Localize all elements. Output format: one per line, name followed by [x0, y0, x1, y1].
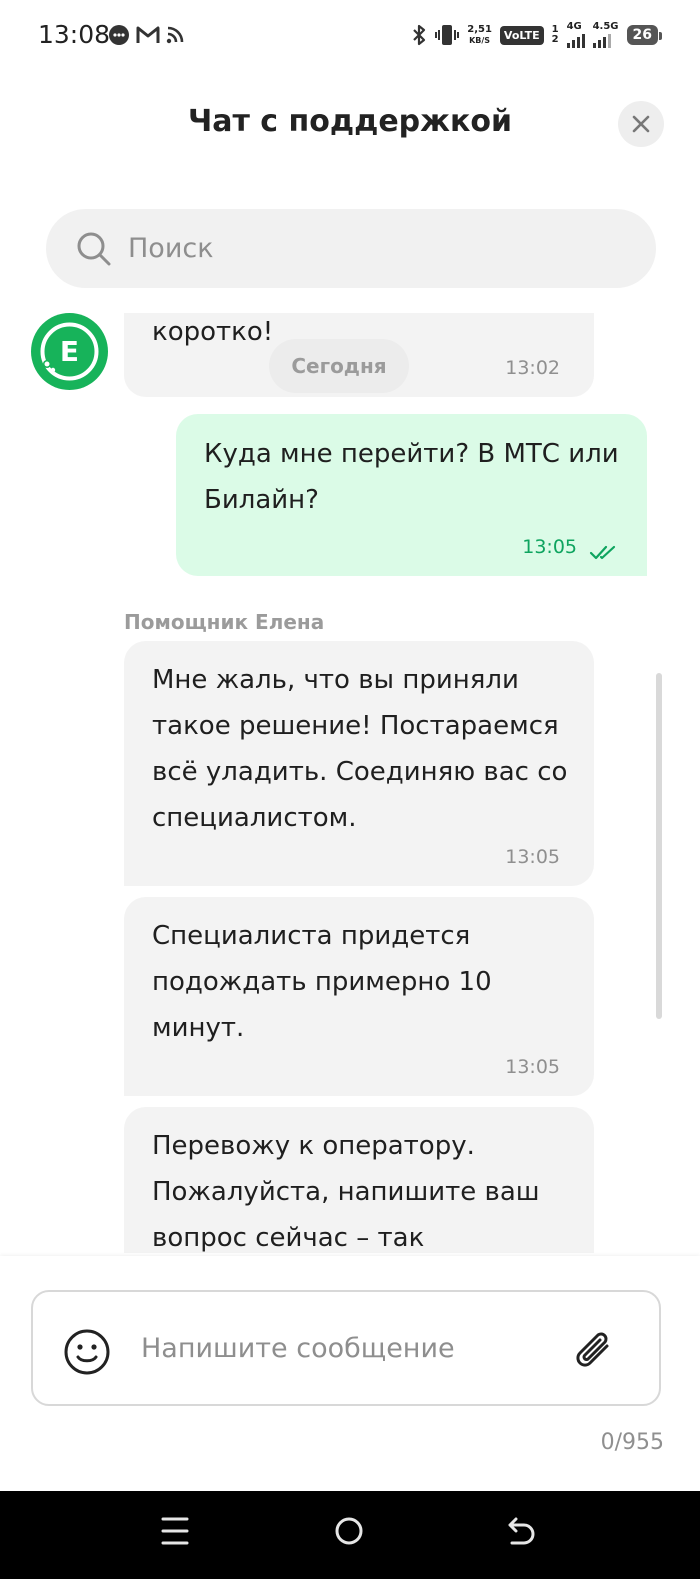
composer-panel: Напишите сообщение 0/955 [0, 1256, 700, 1491]
menu-icon[interactable] [160, 1513, 190, 1549]
message-text: Куда мне перейти? В МТС или Билайн? [204, 439, 619, 515]
gmail-icon [136, 26, 160, 43]
bluetooth-icon [413, 24, 426, 46]
paperclip-icon[interactable] [569, 1326, 619, 1376]
battery-indicator: 26 [626, 25, 663, 45]
search-placeholder: Поиск [128, 233, 214, 264]
message-time: 13:05 [505, 1056, 560, 1078]
volte-badge: VoLTE [499, 25, 544, 45]
message-time: 13:02 [505, 357, 560, 379]
chat-notification-icon [109, 25, 129, 45]
emoji-icon[interactable] [63, 1328, 111, 1376]
avatar: E [31, 313, 108, 390]
rss-icon [166, 26, 184, 44]
message-text: Специалиста придется подождать примерно … [152, 921, 492, 1043]
signal-bars-icon [566, 32, 585, 48]
home-icon[interactable] [333, 1513, 365, 1549]
status-time: 13:08 [38, 20, 111, 49]
chat-scrollbar[interactable] [656, 673, 662, 1019]
message-text: Перевожу к оператору. Пожалуйста, напиши… [152, 1131, 540, 1253]
sender-name: Помощник Елена [124, 610, 325, 634]
message-incoming[interactable]: Мне жаль, что вы приняли такое решение! … [124, 641, 594, 886]
close-icon [632, 115, 650, 133]
signal-1: 4G [566, 22, 585, 48]
back-icon[interactable] [506, 1513, 538, 1549]
status-bar: 13:08 2,51 KB/S VoLTE 1 2 4G 4.5G 26 [0, 0, 700, 76]
message-outgoing[interactable]: Куда мне перейти? В МТС или Билайн? 13:0… [176, 414, 647, 576]
close-button[interactable] [618, 101, 664, 147]
date-separator: Сегодня [269, 339, 409, 393]
vibrate-icon [435, 25, 460, 45]
network-speed: 2,51 KB/S [467, 24, 492, 45]
message-incoming[interactable]: Перевожу к оператору. Пожалуйста, напиши… [124, 1107, 594, 1253]
message-time: 13:05 [522, 536, 577, 558]
sim-labels: 1 2 [551, 24, 559, 45]
signal-2: 4.5G [592, 22, 619, 48]
message-placeholder: Напишите сообщение [141, 1333, 455, 1364]
system-nav-bar [0, 1491, 700, 1579]
message-time: 13:05 [505, 846, 560, 868]
page-title: Чат с поддержкой [187, 104, 512, 139]
search-input[interactable]: Поиск [46, 209, 656, 288]
chat-message-list[interactable]: E коротко! 13:02 Сегодня Куда мне перейт… [0, 313, 700, 1253]
signal-bars-icon [592, 32, 611, 48]
search-icon [77, 232, 111, 266]
avatar-letter: E [59, 335, 80, 368]
double-check-icon [589, 545, 616, 560]
message-input[interactable]: Напишите сообщение [31, 1290, 661, 1406]
char-counter: 0/955 [600, 1430, 664, 1455]
message-incoming[interactable]: Специалиста придется подождать примерно … [124, 897, 594, 1096]
message-text: Мне жаль, что вы приняли такое решение! … [152, 665, 568, 833]
